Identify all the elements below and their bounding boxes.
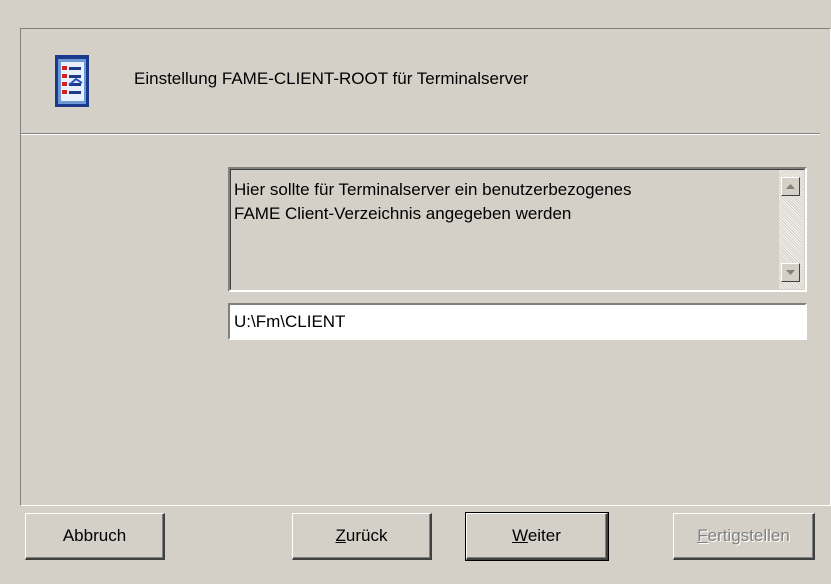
scroll-up-button[interactable] — [781, 177, 800, 196]
wizard-title: Einstellung FAME-CLIENT-ROOT für Termina… — [134, 69, 529, 88]
scroll-down-button[interactable] — [781, 263, 800, 282]
wizard-panel: Einstellung FAME-CLIENT-ROOT für Termina… — [20, 28, 831, 506]
description-text: Hier sollte für Terminalserver ein benut… — [234, 180, 632, 223]
abort-button[interactable]: Abbruch — [25, 513, 165, 560]
next-button[interactable]: Weiter — [465, 512, 609, 561]
finish-button-label: Fertigstellen — [697, 526, 790, 545]
description-box: Hier sollte für Terminalserver ein benut… — [228, 167, 807, 292]
finish-button[interactable]: Fertigstellen — [673, 513, 815, 560]
triangle-up-icon — [786, 183, 795, 189]
client-path-input[interactable] — [228, 303, 807, 340]
back-button[interactable]: Zurück — [292, 513, 432, 560]
document-list-icon — [52, 53, 92, 109]
triangle-down-icon — [786, 269, 795, 275]
header-separator — [21, 133, 820, 135]
back-button-label: Zurück — [335, 526, 388, 545]
abort-button-label: Abbruch — [62, 526, 127, 545]
next-button-label: Weiter — [512, 526, 561, 545]
description-scrollbar[interactable] — [779, 170, 804, 289]
